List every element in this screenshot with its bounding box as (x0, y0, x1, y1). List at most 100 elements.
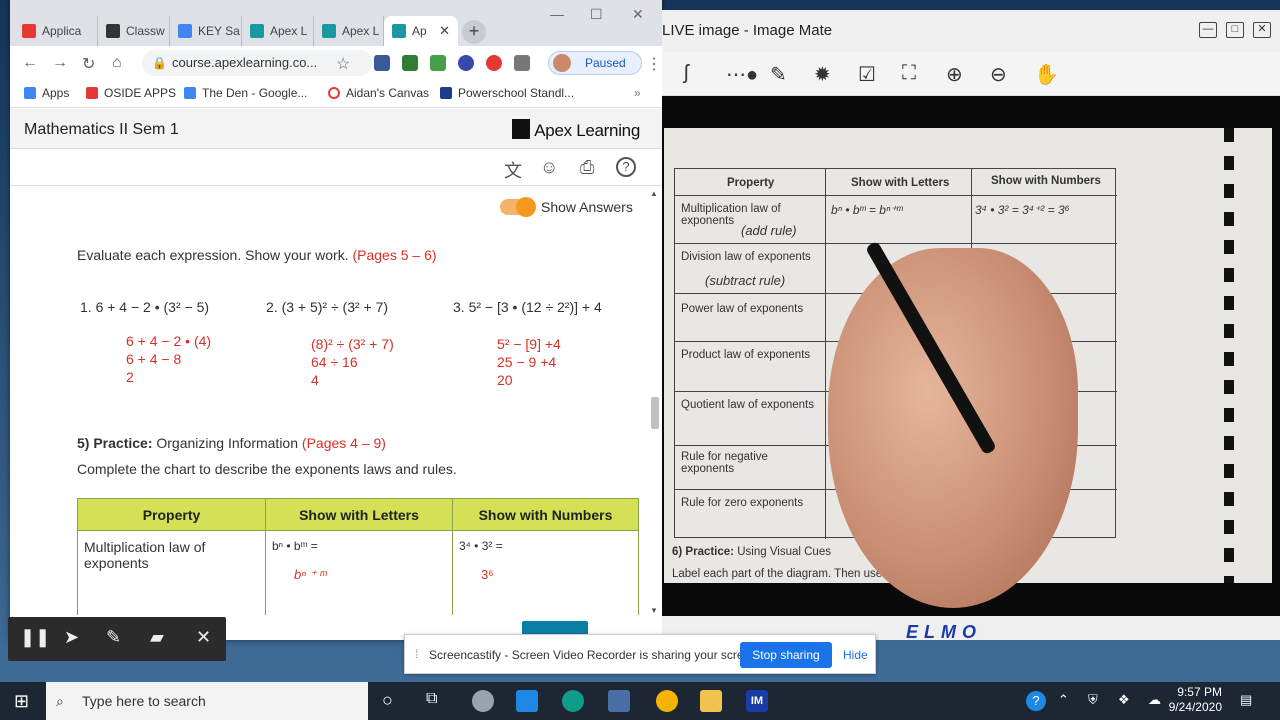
pen-icon[interactable]: ✎ (106, 627, 121, 648)
bookmark-powerschool[interactable]: Powerschool Standl... (440, 86, 574, 100)
tab-apex-active[interactable]: Ap ✕ (384, 16, 458, 46)
bookmark-label: Apps (42, 86, 70, 100)
tab-apex-2[interactable]: Apex L (314, 16, 384, 46)
work-line: 25 − 9 +4 (497, 354, 557, 370)
cursor-icon[interactable]: ➤ (64, 627, 79, 648)
facebook-extension-icon[interactable] (374, 55, 390, 71)
draw-line-icon[interactable]: ʃ (684, 62, 688, 85)
practice-heading: 5) Practice: Organizing Information (Pag… (77, 435, 386, 451)
bookmark-the-den[interactable]: The Den - Google... (184, 86, 307, 100)
scroll-up-icon[interactable]: ▲ (650, 189, 658, 198)
pause-icon[interactable]: ❚❚ (20, 627, 50, 648)
photo-row-label: Rule for negative exponents (681, 451, 768, 475)
zoom-in-icon[interactable]: ⊕ (946, 62, 963, 87)
eraser-icon[interactable]: ▰ (150, 627, 164, 648)
close-annotation-icon[interactable]: ✕ (196, 627, 211, 648)
taskbar-search[interactable]: ⌕ Type here to search (46, 682, 368, 720)
tab-label: Ap (412, 24, 427, 38)
canvas-icon (328, 87, 340, 99)
photo-header-property: Property (727, 177, 775, 189)
avatar (553, 54, 571, 72)
work-line: 6 + 4 − 8 (126, 351, 182, 367)
stop-sharing-button[interactable]: Stop sharing (740, 642, 832, 668)
bookmark-favicon-icon (184, 87, 196, 99)
record-extension-icon[interactable] (486, 55, 502, 71)
forward-icon[interactable]: → (52, 54, 68, 72)
taskbar-clock[interactable]: 9:57 PM 9/24/2020 (1166, 685, 1222, 715)
tab-label: KEY Sa (198, 24, 240, 38)
photo-row-label: Power law of exponents (681, 303, 804, 315)
edge-icon[interactable] (562, 690, 584, 712)
print-icon[interactable]: ⎙ (580, 157, 594, 178)
cortana-icon[interactable]: ○ (382, 690, 393, 711)
show-answers-label: Show Answers (541, 199, 633, 215)
tab-applications[interactable]: Applica (14, 16, 98, 46)
tab-key-sa[interactable]: KEY Sa (170, 16, 242, 46)
tab-close-icon[interactable]: ✕ (439, 23, 450, 39)
highlighter-icon[interactable]: ✎ (770, 62, 787, 87)
maximize-icon[interactable]: □ (1226, 22, 1244, 38)
network-icon[interactable]: ☁ (1148, 692, 1161, 708)
tab-apex-1[interactable]: Apex L (242, 16, 314, 46)
close-window-icon[interactable]: ✕ (632, 6, 644, 23)
more-bookmarks-icon[interactable]: » (634, 86, 641, 100)
task-view-icon[interactable]: ⧉ (426, 690, 437, 708)
cell-numbers[interactable]: 3⁴ • 3² = 3⁶ (452, 530, 639, 615)
practice-label: 5) Practice: (77, 435, 153, 451)
menu-icon[interactable]: ⋮ (646, 54, 662, 74)
hide-button[interactable]: Hide (843, 648, 868, 662)
reload-icon[interactable]: ↻ (82, 54, 95, 74)
app-icon[interactable] (472, 690, 494, 712)
dropbox-tray-icon[interactable]: ❖ (1118, 692, 1130, 708)
read-aloud-icon[interactable]: ☺ (540, 157, 558, 178)
help-icon[interactable]: ? (616, 157, 636, 177)
scroll-thumb[interactable] (651, 397, 659, 429)
page-scrollbar[interactable]: ▲ ▼ (650, 189, 660, 615)
back-icon[interactable]: ← (22, 54, 38, 72)
fit-screen-icon[interactable]: ⛶ (902, 62, 916, 85)
star-icon[interactable]: ☆ (336, 54, 350, 74)
show-hidden-icons-icon[interactable]: ⌃ (1058, 692, 1069, 708)
security-icon[interactable]: ⛨ (1088, 692, 1098, 708)
maximize-icon[interactable]: ☐ (590, 6, 603, 23)
minimize-icon[interactable]: — (1199, 22, 1217, 38)
puzzle-extensions-icon[interactable] (514, 55, 530, 71)
capture-icon[interactable]: ☑ (858, 62, 876, 87)
kami-extension-icon[interactable] (458, 55, 474, 71)
zoom-out-icon[interactable]: ⊖ (990, 62, 1007, 87)
bookmark-apps[interactable]: Apps (24, 86, 69, 100)
photo-row-label: Rule for zero exponents (681, 497, 804, 509)
drag-handle-icon[interactable]: ⁞ (415, 647, 418, 661)
new-tab-button[interactable]: + (462, 20, 486, 44)
profile-status: Paused (585, 56, 626, 70)
pan-hand-icon[interactable]: ✋ (1034, 62, 1059, 87)
tab-classwork[interactable]: Classw (98, 16, 170, 46)
close-window-icon[interactable]: ✕ (1253, 22, 1271, 38)
dropbox-icon[interactable] (516, 690, 538, 712)
tab-favicon-icon (392, 24, 406, 38)
chrome-icon[interactable] (656, 690, 678, 712)
file-explorer-icon[interactable] (700, 690, 722, 712)
brightness-icon[interactable]: ✹ (814, 62, 831, 87)
bookmark-oside-apps[interactable]: OSIDE APPS (86, 86, 176, 100)
scroll-down-icon[interactable]: ▼ (650, 606, 658, 615)
minimize-icon[interactable]: — (550, 6, 564, 22)
handwriting-letters: bⁿ • bᵐ = bⁿ⁺ᵐ (831, 203, 903, 217)
calculator-icon[interactable] (608, 690, 630, 712)
pointer-dot-icon[interactable]: ⋯● (726, 62, 758, 87)
bookmark-aidans-canvas[interactable]: Aidan's Canvas (328, 86, 429, 100)
windows-start-icon[interactable]: ⊞ (14, 691, 29, 712)
show-answers-toggle[interactable] (500, 197, 536, 217)
help-icon[interactable]: ? (1026, 691, 1046, 711)
home-icon[interactable]: ⌂ (112, 54, 122, 72)
extension-icon[interactable] (430, 55, 446, 71)
image-mate-taskbar-icon[interactable]: IM (746, 690, 768, 712)
chrome-window: Applica Classw KEY Sa Apex L Apex L Ap ✕ … (10, 0, 662, 640)
translate-icon[interactable]: 文 (504, 157, 522, 183)
extension-icon[interactable] (402, 55, 418, 71)
profile-button[interactable]: Paused (548, 51, 642, 75)
course-title: Mathematics II Sem 1 (24, 121, 179, 138)
bookmark-label: Aidan's Canvas (346, 86, 430, 100)
notifications-icon[interactable]: ▤ (1240, 692, 1252, 708)
cell-letters[interactable]: bⁿ • bᵐ = bⁿ ⁺ ᵐ (265, 530, 453, 615)
